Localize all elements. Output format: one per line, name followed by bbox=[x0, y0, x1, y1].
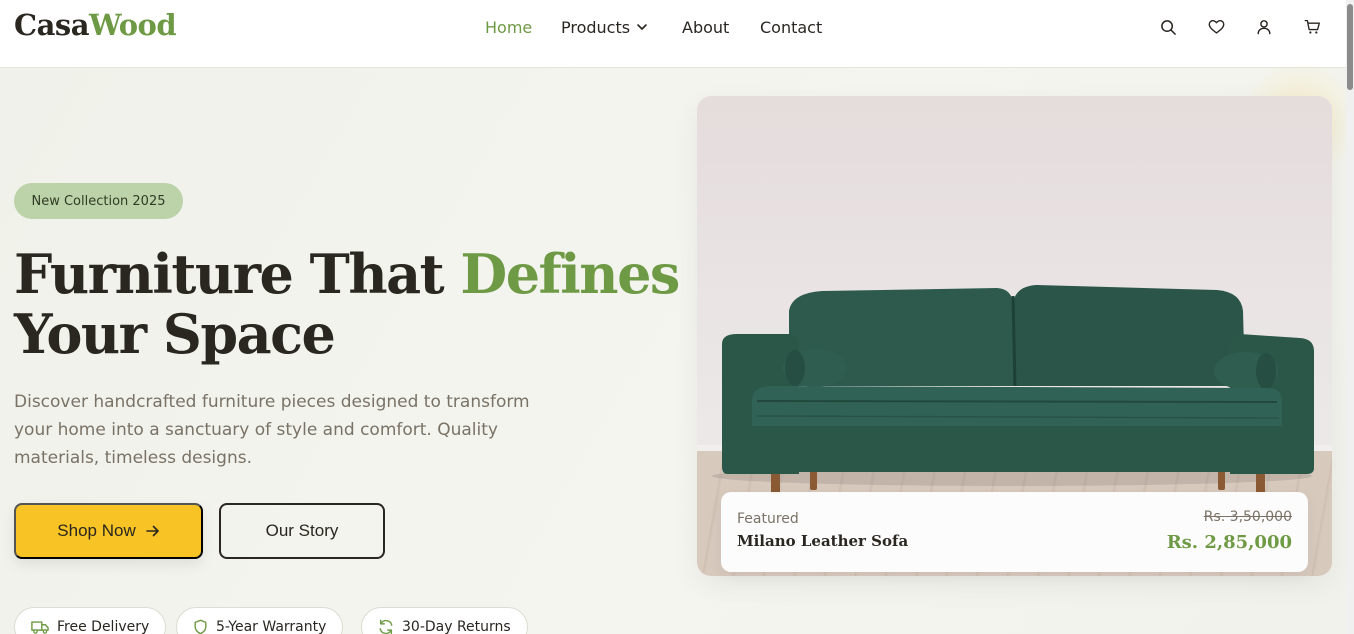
our-story-button[interactable]: Our Story bbox=[219, 503, 385, 559]
search-button[interactable] bbox=[1158, 17, 1178, 37]
nav-contact[interactable]: Contact bbox=[760, 17, 822, 37]
featured-product-card[interactable]: Featured Milano Leather Sofa Rs. 3,50,00… bbox=[721, 492, 1308, 572]
heart-icon bbox=[1208, 20, 1224, 34]
site-header: CasaWood Home Products About Contact bbox=[0, 0, 1346, 68]
hero-description: Discover handcrafted furniture pieces de… bbox=[14, 392, 530, 468]
refresh-icon bbox=[379, 619, 393, 634]
feature-label: 30-Day Returns bbox=[402, 619, 511, 634]
truck-icon bbox=[31, 621, 49, 634]
hero-title: Furniture That Defines Your Space bbox=[14, 244, 694, 364]
brand-logo-part1: Casa bbox=[14, 8, 90, 42]
nav-about[interactable]: About bbox=[682, 17, 729, 37]
shop-now-button[interactable]: Shop Now bbox=[14, 503, 203, 559]
featured-label: Featured bbox=[737, 511, 799, 527]
feature-warranty: 5-Year Warranty bbox=[176, 607, 344, 634]
wishlist-button[interactable] bbox=[1206, 17, 1226, 37]
brand-logo-part2: Wood bbox=[89, 8, 177, 42]
feature-label: 5-Year Warranty bbox=[216, 619, 327, 634]
shield-icon bbox=[194, 619, 207, 634]
chevron-down-icon bbox=[637, 24, 647, 30]
sale-price: Rs. 2,85,000 bbox=[1166, 532, 1292, 553]
product-name: Milano Leather Sofa bbox=[737, 532, 909, 550]
user-icon bbox=[1257, 20, 1271, 35]
cart-icon bbox=[1304, 19, 1320, 34]
search-icon bbox=[1160, 19, 1176, 35]
collection-badge: New Collection 2025 bbox=[14, 183, 183, 219]
original-price: Rs. 3,50,000 bbox=[1203, 509, 1292, 525]
hero-title-line1: Furniture That bbox=[14, 242, 461, 306]
feature-label: Free Delivery bbox=[57, 619, 150, 634]
cart-button[interactable] bbox=[1302, 17, 1322, 37]
nav-products[interactable]: Products bbox=[561, 17, 648, 37]
scrollbar-thumb[interactable] bbox=[1347, 4, 1353, 90]
arrow-right-icon bbox=[145, 525, 159, 537]
account-button[interactable] bbox=[1254, 17, 1274, 37]
hero-title-line2: Your Space bbox=[14, 302, 336, 366]
page-scrollbar[interactable] bbox=[1346, 0, 1354, 634]
feature-free-delivery: Free Delivery bbox=[14, 607, 167, 634]
nav-products-label: Products bbox=[561, 17, 631, 37]
nav-home[interactable]: Home bbox=[485, 17, 532, 37]
shop-now-label: Shop Now bbox=[57, 521, 136, 540]
hero-title-accent: Defines bbox=[460, 242, 680, 306]
feature-returns: 30-Day Returns bbox=[361, 607, 528, 634]
brand-logo[interactable]: CasaWood bbox=[14, 8, 177, 42]
